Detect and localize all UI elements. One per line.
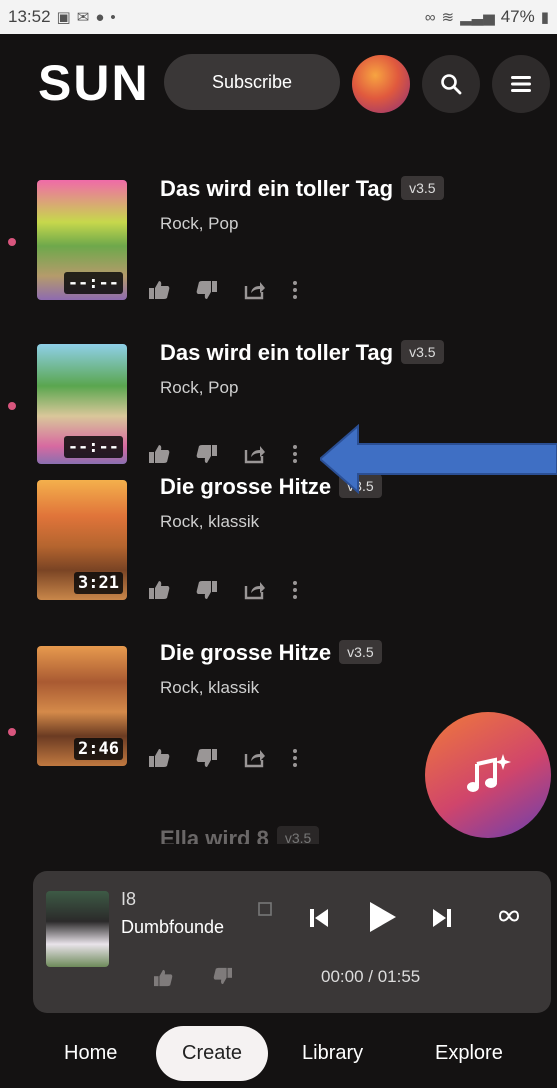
version-badge: v3.5 xyxy=(276,826,320,844)
song-title-text: Die grosse Hitze xyxy=(160,474,332,499)
song-duration: 2:46 xyxy=(74,738,123,760)
song-title-text: Ella wird 8 xyxy=(160,826,269,844)
app-logo[interactable]: SUN xyxy=(38,54,150,112)
next-track-icon[interactable] xyxy=(431,907,453,929)
search-button[interactable] xyxy=(422,55,480,113)
nav-home[interactable]: Home xyxy=(64,1042,117,1065)
thumbs-down-icon[interactable] xyxy=(196,444,218,464)
more-options-icon[interactable] xyxy=(292,444,298,464)
player-cover[interactable] xyxy=(46,891,109,967)
repeat-icon[interactable] xyxy=(257,899,273,919)
more-options-icon[interactable] xyxy=(292,280,298,300)
status-bar: 13:52 ▣ ✉ ● • ∞ ≋ ▂▃▅ 47% ▮ xyxy=(0,0,557,34)
loop-icon[interactable] xyxy=(499,909,519,923)
song-title-partial[interactable]: Ella wird 8 v3.5 xyxy=(160,826,320,844)
version-badge: v3.5 xyxy=(401,176,444,200)
thumbs-down-icon[interactable] xyxy=(196,748,218,768)
player-time: 00:00 / 01:55 xyxy=(321,967,421,986)
song-duration: 3:21 xyxy=(74,572,123,594)
battery-icon: ▮ xyxy=(540,9,549,26)
song-cover[interactable]: --:-- xyxy=(37,180,127,300)
more-options-icon[interactable] xyxy=(292,748,298,768)
song-actions xyxy=(148,580,298,600)
song-title-text: Die grosse Hitze xyxy=(160,640,332,665)
annotation-arrow xyxy=(320,424,557,494)
song-genre: Rock, klassik xyxy=(160,512,260,531)
avatar[interactable] xyxy=(352,55,410,113)
song-genre: Rock, Pop xyxy=(160,214,239,233)
thumbs-up-icon[interactable] xyxy=(148,748,170,768)
share-icon[interactable] xyxy=(244,580,266,600)
thumbs-up-icon[interactable] xyxy=(148,580,170,600)
thumbs-up-icon[interactable] xyxy=(148,280,170,300)
song-title[interactable]: Das wird ein toller Tag v3.5 xyxy=(160,340,444,366)
thumbs-up-icon[interactable] xyxy=(148,444,170,464)
gallery-notification-icon: ▣ xyxy=(56,9,71,26)
music-sparkle-icon xyxy=(467,754,511,792)
nav-explore[interactable]: Explore xyxy=(435,1042,503,1065)
song-genre: Rock, klassik xyxy=(160,678,260,697)
player-track-line: I8 xyxy=(121,889,137,909)
nav-create[interactable]: Create xyxy=(156,1026,269,1081)
song-cover[interactable]: 3:21 xyxy=(37,480,127,600)
mini-player[interactable]: I8 Dumbfounde 00:00 / 01:55 xyxy=(33,871,551,1013)
share-icon[interactable] xyxy=(244,444,266,464)
menu-button[interactable] xyxy=(492,55,550,113)
song-cover[interactable]: --:-- xyxy=(37,344,127,464)
nav-library[interactable]: Library xyxy=(302,1042,363,1065)
new-indicator-dot xyxy=(8,238,16,246)
search-icon xyxy=(441,74,462,95)
song-genre: Rock, Pop xyxy=(160,378,239,397)
song-title[interactable]: Das wird ein toller Tag v3.5 xyxy=(160,176,444,202)
mail-notification-icon: ✉ xyxy=(76,9,90,26)
song-actions xyxy=(148,748,298,768)
thumbs-down-icon[interactable] xyxy=(196,280,218,300)
player-thumbs-down-icon[interactable] xyxy=(213,967,233,985)
bottom-nav: Home Create Library Explore xyxy=(0,1020,557,1088)
song-actions xyxy=(148,280,298,300)
song-title-text: Das wird ein toller Tag xyxy=(160,176,394,201)
song-duration: --:-- xyxy=(63,436,123,458)
play-icon[interactable] xyxy=(368,901,398,933)
thumbs-down-icon[interactable] xyxy=(196,580,218,600)
player-thumbs-up-icon[interactable] xyxy=(153,969,173,987)
previous-track-icon[interactable] xyxy=(308,907,330,929)
more-notifications-icon: • xyxy=(110,8,116,26)
link-icon: ∞ xyxy=(424,8,436,26)
song-title[interactable]: Die grosse Hitze v3.5 xyxy=(160,640,382,666)
song-item[interactable]: --:-- Das wird ein toller Tag v3.5 Rock, … xyxy=(0,170,557,320)
song-duration: --:-- xyxy=(63,272,123,294)
new-indicator-dot xyxy=(8,402,16,410)
player-title: Dumbfounde xyxy=(121,917,225,937)
hamburger-menu-icon xyxy=(511,76,531,92)
app-header: SUN Subscribe xyxy=(0,46,557,116)
share-icon[interactable] xyxy=(244,748,266,768)
subscribe-button[interactable]: Subscribe xyxy=(164,54,340,110)
shopping-notification-icon: ● xyxy=(95,8,105,26)
status-time: 13:52 xyxy=(8,7,51,26)
song-actions xyxy=(148,444,298,464)
battery-level: 47% xyxy=(500,7,535,26)
version-badge: v3.5 xyxy=(339,640,382,664)
signal-icon: ▂▃▅ xyxy=(460,9,495,26)
version-badge: v3.5 xyxy=(401,340,444,364)
song-title-text: Das wird ein toller Tag xyxy=(160,340,394,365)
song-cover[interactable]: 2:46 xyxy=(37,646,127,766)
create-song-fab[interactable] xyxy=(425,712,551,838)
more-options-icon[interactable] xyxy=(292,580,298,600)
share-icon[interactable] xyxy=(244,280,266,300)
wifi-icon: ≋ xyxy=(441,9,455,26)
new-indicator-dot xyxy=(8,728,16,736)
